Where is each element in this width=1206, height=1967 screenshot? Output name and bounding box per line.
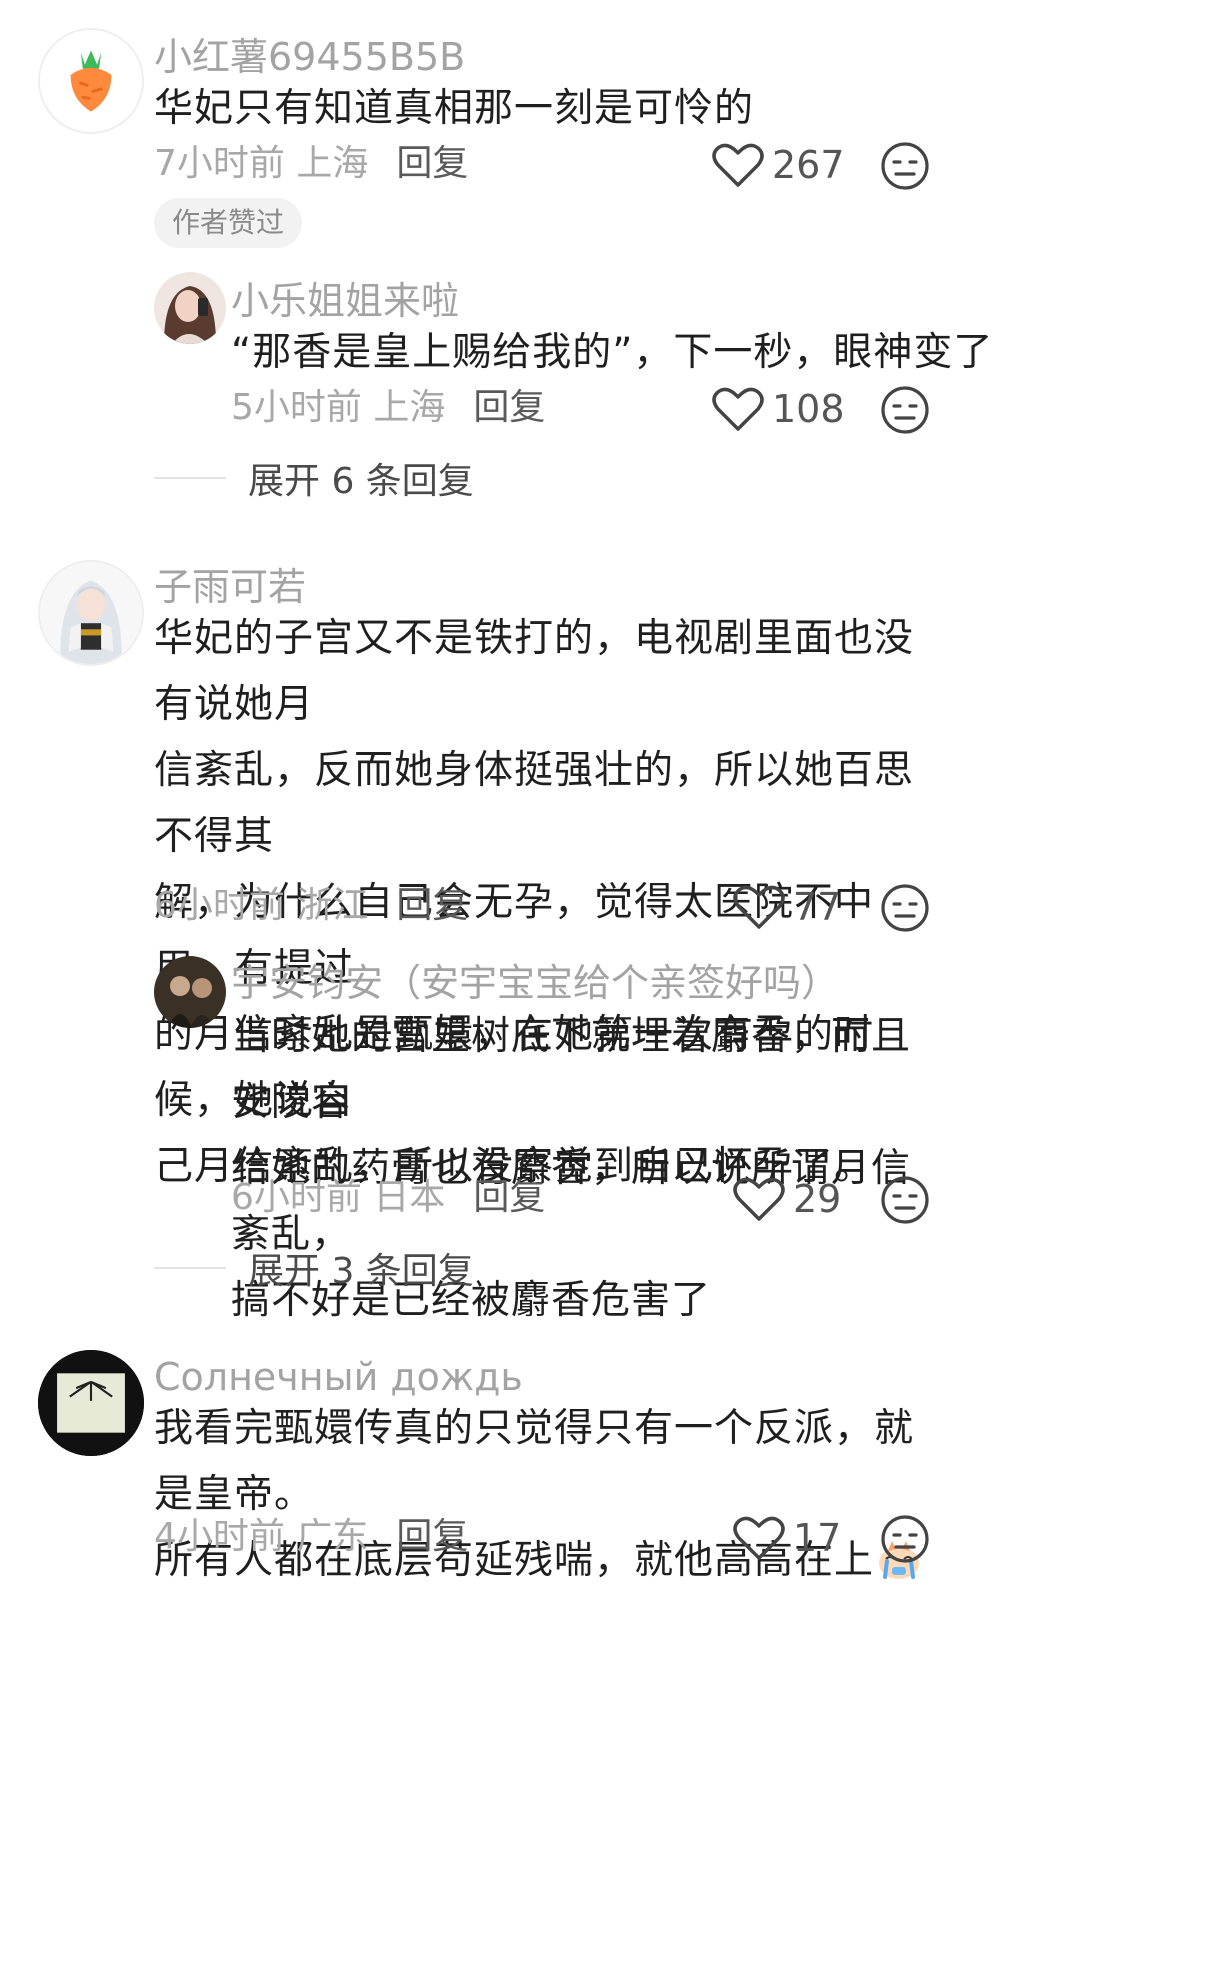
reply-button[interactable]: 回复 <box>473 387 545 428</box>
reply-button[interactable]: 回复 <box>396 143 468 184</box>
dislike-button[interactable] <box>879 140 931 192</box>
heart-icon <box>712 143 764 187</box>
like-button[interactable]: 77 <box>733 879 841 935</box>
expand-label: 展开 6 条回复 <box>248 461 474 502</box>
author-liked-badge: 作者赞过 <box>154 198 303 248</box>
reply-username[interactable]: 宇安钧安（安宇宝宝给个亲签好吗） <box>231 964 839 1002</box>
comment-text-line: 信紊乱，反而她身体挺强壮的，所以她百思不得其 <box>154 748 915 859</box>
comment-username[interactable]: 小红薯69455B5B <box>154 38 465 76</box>
comment-text-line: 我看完甄嬛传真的只觉得只有一个反派，就是皇帝。 <box>154 1406 915 1517</box>
comment-text-line: 华妃的子宫又不是铁打的，电视剧里面也没有说她月 <box>154 616 915 727</box>
divider <box>154 477 226 479</box>
like-button[interactable]: 17 <box>733 1510 841 1566</box>
comment-time-location: 6小时前 浙江 <box>154 885 369 926</box>
neutral-face-icon <box>881 386 929 434</box>
comment-username[interactable]: 子雨可若 <box>154 568 306 606</box>
chaos-work-logo-icon <box>38 1350 144 1456</box>
like-count: 267 <box>772 143 845 187</box>
comment-time-location: 7小时前 上海 <box>154 143 369 184</box>
like-count: 17 <box>793 1516 842 1560</box>
like-button[interactable]: 108 <box>712 381 845 437</box>
like-count: 77 <box>793 885 842 929</box>
like-count: 29 <box>793 1177 842 1221</box>
expand-replies-button[interactable]: 展开 3 条回复 <box>154 1242 474 1294</box>
reply-avatar[interactable] <box>154 272 226 344</box>
dislike-button[interactable] <box>879 1513 931 1565</box>
avatar[interactable] <box>38 560 144 666</box>
neutral-face-icon <box>881 142 929 190</box>
reply-time-location: 5小时前 上海 <box>231 387 446 428</box>
neutral-face-icon <box>881 884 929 932</box>
reply-avatar[interactable] <box>154 956 226 1028</box>
reply-button[interactable]: 回复 <box>396 885 468 926</box>
avatar[interactable] <box>38 1350 144 1456</box>
comment-meta: 4小时前 广东 回复 <box>154 1519 468 1555</box>
user-photo-icon <box>154 272 226 344</box>
carrot-icon <box>40 30 142 132</box>
heart-icon <box>733 1177 785 1221</box>
expand-label: 展开 3 条回复 <box>248 1251 474 1292</box>
reply-meta: 6小时前 日本 回复 <box>231 1180 545 1216</box>
user-photo-icon <box>154 956 226 1028</box>
reply-button[interactable]: 回复 <box>396 1516 468 1557</box>
reply-username[interactable]: 小乐姐姐来啦 <box>231 282 459 320</box>
expand-replies-button[interactable]: 展开 6 条回复 <box>154 452 474 504</box>
neutral-face-icon <box>881 1176 929 1224</box>
like-button[interactable]: 267 <box>712 137 845 193</box>
comment-meta: 7小时前 上海 回复 <box>154 146 468 182</box>
like-count: 108 <box>772 387 845 431</box>
avatar[interactable] <box>38 28 144 134</box>
heart-icon <box>733 1516 785 1560</box>
comment-username[interactable]: Солнечный дождь <box>154 1358 523 1396</box>
dislike-button[interactable] <box>879 384 931 436</box>
reply-meta: 5小时前 上海 回复 <box>231 390 545 426</box>
dislike-button[interactable] <box>879 882 931 934</box>
reply-text: “那香是皇上赐给我的”，下一秒，眼神变了 <box>231 330 994 375</box>
heart-icon <box>733 885 785 929</box>
comment-text: 华妃只有知道真相那一刻是可怜的 <box>154 86 755 131</box>
reply-button[interactable]: 回复 <box>473 1177 545 1218</box>
dislike-button[interactable] <box>879 1174 931 1226</box>
divider <box>154 1267 226 1269</box>
comment-time-location: 4小时前 广东 <box>154 1516 369 1557</box>
heart-icon <box>712 387 764 431</box>
reply-time-location: 6小时前 日本 <box>231 1177 446 1218</box>
neutral-face-icon <box>881 1515 929 1563</box>
anime-character-avatar-icon <box>40 562 142 664</box>
like-button[interactable]: 29 <box>733 1171 841 1227</box>
comment-meta: 6小时前 浙江 回复 <box>154 888 468 924</box>
reply-text-line: 当时她的宫里树底下就埋着麝香，而且安陵容 <box>231 1014 912 1125</box>
